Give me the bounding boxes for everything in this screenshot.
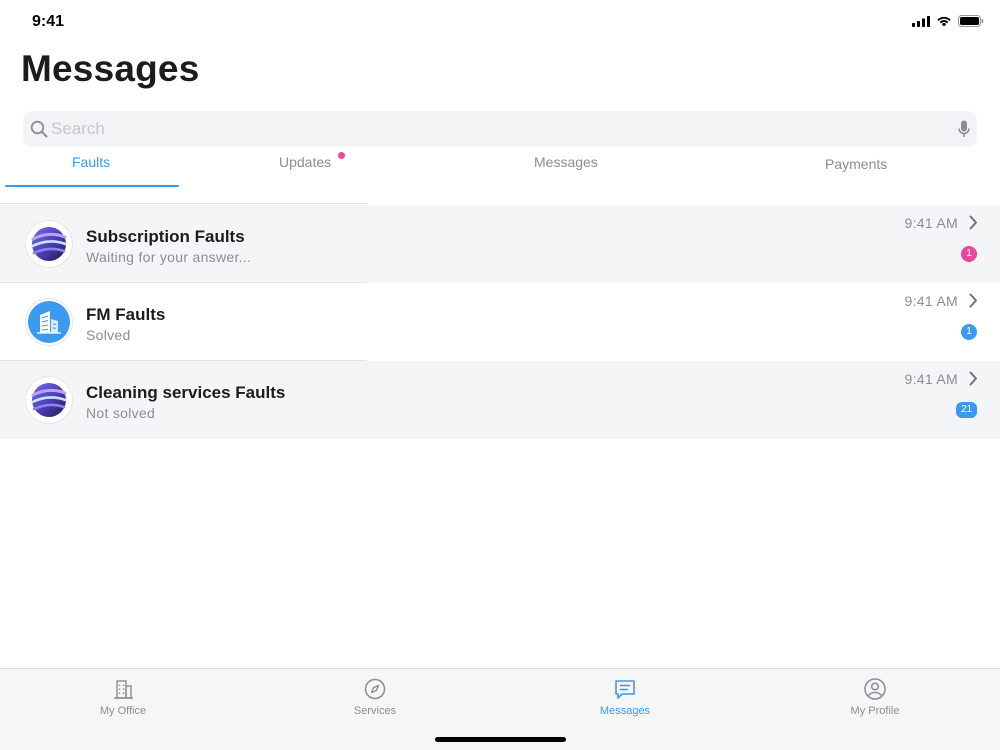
updates-notification-dot — [338, 152, 345, 159]
status-icons — [912, 15, 984, 27]
tab-bar-my-office[interactable]: My Office — [63, 677, 183, 717]
tab-faults[interactable]: Faults — [72, 154, 110, 170]
swirl-logo-icon — [31, 383, 67, 417]
search-input[interactable] — [51, 111, 941, 147]
wifi-icon — [937, 16, 951, 27]
tab-bar-label: My Office — [99, 705, 147, 717]
tab-bar-label: Messages — [599, 705, 651, 717]
thread-title: Subscription Faults — [86, 227, 245, 246]
tab-bar-services[interactable]: Services — [315, 677, 435, 717]
thread-subtitle: Not solved — [86, 405, 156, 421]
tab-bar-label: Services — [353, 705, 397, 717]
avatar — [25, 220, 73, 268]
tab-bar-label: My Profile — [850, 705, 900, 717]
chevron-right-icon — [969, 293, 977, 308]
office-building-icon — [114, 680, 133, 699]
thread-time: 9:41 AM — [904, 215, 958, 231]
building-icon — [28, 301, 70, 343]
chevron-right-icon — [969, 215, 977, 230]
unread-badge: 1 — [961, 246, 977, 262]
tab-messages[interactable]: Messages — [534, 154, 598, 170]
thread-title: Cleaning services Faults — [86, 383, 286, 402]
compass-icon — [364, 678, 386, 700]
thread-list: Subscription Faults Waiting for your ans… — [0, 205, 1000, 439]
thread-time: 9:41 AM — [904, 371, 958, 387]
microphone-icon[interactable] — [958, 120, 970, 138]
tab-bar-messages[interactable]: Messages — [565, 677, 685, 717]
list-item[interactable]: Cleaning services Faults Not solved 9:41… — [0, 361, 1000, 439]
status-bar: 9:41 — [0, 0, 1000, 44]
thread-title: FM Faults — [86, 305, 166, 324]
thread-time: 9:41 AM — [904, 293, 958, 309]
unread-badge: 1 — [961, 324, 977, 340]
page-title: Messages — [21, 48, 200, 89]
swirl-logo-icon — [31, 227, 67, 261]
unread-badge: 21 — [956, 402, 977, 418]
tab-payments[interactable]: Payments — [825, 156, 887, 172]
segment-tabs: Faults Updates Messages Payments — [0, 148, 1000, 204]
home-indicator[interactable] — [435, 737, 566, 742]
divider — [0, 203, 367, 204]
active-tab-indicator — [5, 185, 179, 187]
tab-updates[interactable]: Updates — [279, 154, 331, 170]
status-time: 9:41 — [32, 13, 65, 30]
avatar — [25, 376, 73, 424]
search-bar[interactable] — [23, 111, 977, 147]
profile-icon — [864, 678, 886, 700]
chevron-right-icon — [969, 371, 977, 386]
battery-icon — [958, 15, 984, 27]
list-item[interactable]: FM Faults Solved 9:41 AM 1 — [0, 283, 1000, 361]
search-icon — [30, 120, 48, 138]
thread-subtitle: Waiting for your answer... — [86, 249, 252, 265]
thread-subtitle: Solved — [86, 327, 131, 343]
tab-bar-my-profile[interactable]: My Profile — [815, 677, 935, 717]
list-item[interactable]: Subscription Faults Waiting for your ans… — [0, 205, 1000, 283]
cellular-signal-icon — [912, 15, 930, 27]
avatar — [25, 298, 73, 346]
chat-icon — [615, 680, 635, 699]
